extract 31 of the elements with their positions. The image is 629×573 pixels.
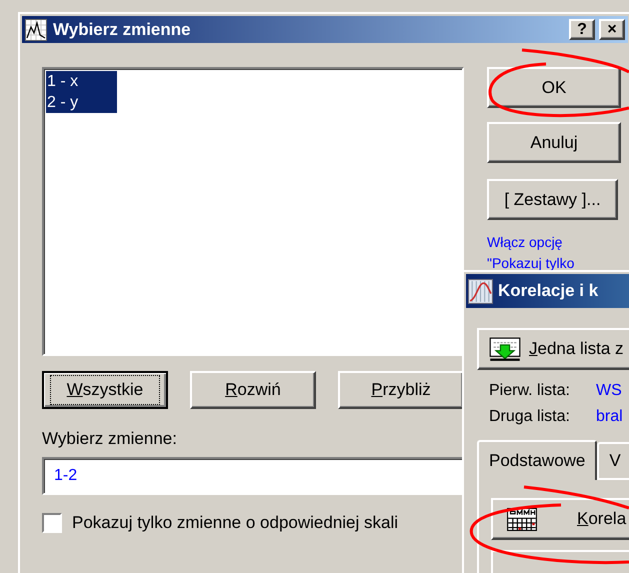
hint-text: Włącz opcję: [487, 233, 564, 252]
list-value: WS: [596, 382, 622, 400]
input-field[interactable]: 1-2: [42, 457, 464, 495]
hint-text: "Pokazuj tylko: [487, 254, 576, 273]
help-button[interactable]: ?: [569, 19, 595, 40]
curve-chart-icon: [468, 278, 493, 304]
list-value: bral: [596, 408, 623, 426]
cancel-button[interactable]: Anuluj: [487, 122, 621, 163]
correlation-button[interactable]: Korela: [491, 498, 629, 540]
ok-button[interactable]: OK: [487, 67, 621, 108]
variable-list[interactable]: 1 - x 2 - y: [42, 67, 464, 356]
checkbox[interactable]: [42, 513, 62, 533]
tab[interactable]: V: [597, 442, 629, 478]
list-label: Pierw. lista:: [489, 382, 571, 400]
list-item[interactable]: 2 - y: [46, 92, 117, 113]
download-list-icon: [489, 336, 521, 362]
action-button[interactable]: Przybliż: [338, 371, 464, 409]
window-title: Korelacje i k: [498, 281, 598, 301]
sets-button[interactable]: [ Zestawy ]...: [487, 179, 618, 220]
checkbox-label: Pokazuj tylko zmienne o odpowiedniej skali: [72, 513, 398, 533]
action-button[interactable]: Rozwiń: [190, 371, 316, 409]
list-label: Druga lista:: [489, 408, 571, 426]
summary-table-icon: [507, 508, 537, 530]
one-list-button[interactable]: Jedna lista z: [477, 328, 629, 370]
window-title: Wybierz zmienne: [53, 20, 192, 40]
chart-icon: [25, 18, 47, 40]
field-label: Wybierz zmienne:: [42, 429, 178, 449]
close-button[interactable]: ×: [599, 19, 625, 40]
action-button[interactable]: Wszystkie: [42, 371, 168, 409]
tab[interactable]: Podstawowe: [477, 440, 598, 480]
list-item[interactable]: 1 - x: [46, 71, 117, 92]
